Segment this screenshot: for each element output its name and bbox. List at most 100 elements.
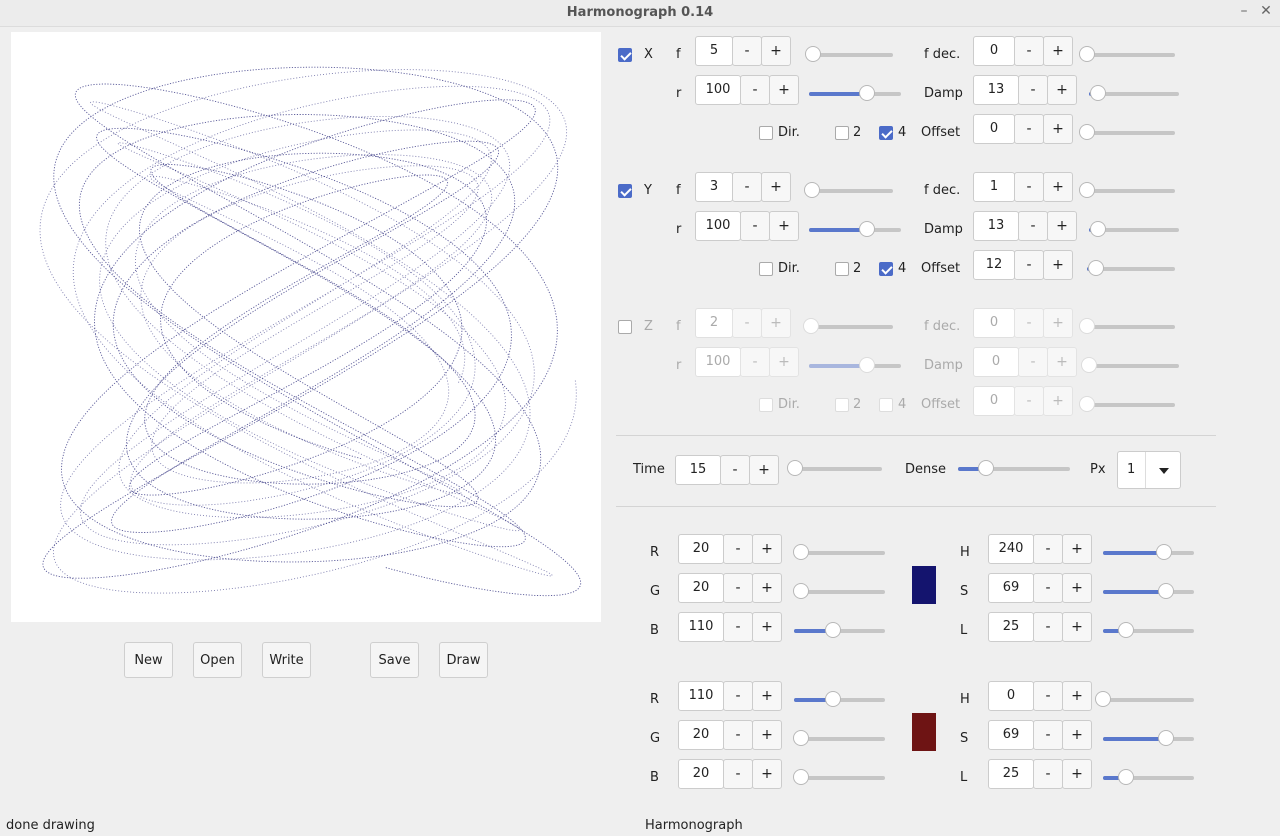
axis-z-four-checkbox[interactable] — [879, 398, 893, 412]
color2-h-decrement-button[interactable]: - — [1033, 681, 1063, 711]
axis-y-fdec-increment-button[interactable]: + — [1043, 172, 1073, 202]
axis-x-damp-slider-handle[interactable] — [1090, 85, 1106, 101]
time-input[interactable]: 15 — [675, 455, 721, 485]
color1-l-slider-handle[interactable] — [1118, 622, 1134, 638]
px-select[interactable]: 1 — [1117, 451, 1181, 489]
color2-b-increment-button[interactable]: + — [752, 759, 782, 789]
axis-z-f-slider-handle[interactable] — [803, 318, 819, 334]
color2-b-input[interactable]: 20 — [678, 759, 724, 789]
axis-y-r-slider-handle[interactable] — [859, 221, 875, 237]
axis-z-f-decrement-button[interactable]: - — [732, 308, 762, 338]
new-button[interactable]: New — [124, 642, 173, 678]
axis-x-damp-slider[interactable] — [1089, 85, 1179, 101]
axis-y-direction-checkbox[interactable] — [759, 262, 773, 276]
color1-s-increment-button[interactable]: + — [1062, 573, 1092, 603]
color1-s-slider-handle[interactable] — [1158, 583, 1174, 599]
axis-x-damp-increment-button[interactable]: + — [1047, 75, 1077, 105]
axis-x-offset-slider-handle[interactable] — [1079, 124, 1095, 140]
axis-y-offset-slider-handle[interactable] — [1088, 260, 1104, 276]
axis-y-damp-decrement-button[interactable]: - — [1018, 211, 1048, 241]
axis-y-f-decrement-button[interactable]: - — [732, 172, 762, 202]
axis-y-r-input[interactable]: 100 — [695, 211, 741, 241]
color2-b-decrement-button[interactable]: - — [723, 759, 753, 789]
axis-x-r-input[interactable]: 100 — [695, 75, 741, 105]
axis-x-four-checkbox[interactable] — [879, 126, 893, 140]
axis-y-fdec-slider[interactable] — [1079, 182, 1175, 198]
axis-y-damp-input[interactable]: 13 — [973, 211, 1019, 241]
axis-y-fdec-input[interactable]: 1 — [973, 172, 1015, 202]
axis-y-damp-increment-button[interactable]: + — [1047, 211, 1077, 241]
axis-z-f-increment-button[interactable]: + — [761, 308, 791, 338]
color2-s-increment-button[interactable]: + — [1062, 720, 1092, 750]
time-slider-handle[interactable] — [787, 460, 803, 476]
color2-h-slider-handle[interactable] — [1095, 691, 1111, 707]
color2-r-decrement-button[interactable]: - — [723, 681, 753, 711]
axis-y-two-checkbox[interactable] — [835, 262, 849, 276]
color1-l-input[interactable]: 25 — [988, 612, 1034, 642]
color1-h-slider-handle[interactable] — [1156, 544, 1172, 560]
axis-x-fdec-input[interactable]: 0 — [973, 36, 1015, 66]
color1-s-slider[interactable] — [1103, 583, 1194, 599]
axis-y-damp-slider[interactable] — [1089, 221, 1179, 237]
axis-z-enable-checkbox[interactable] — [618, 320, 632, 334]
color2-g-decrement-button[interactable]: - — [723, 720, 753, 750]
axis-x-fdec-decrement-button[interactable]: - — [1014, 36, 1044, 66]
axis-y-f-increment-button[interactable]: + — [761, 172, 791, 202]
axis-x-offset-increment-button[interactable]: + — [1043, 114, 1073, 144]
color1-r-slider-handle[interactable] — [793, 544, 809, 560]
color1-l-increment-button[interactable]: + — [1062, 612, 1092, 642]
axis-x-fdec-increment-button[interactable]: + — [1043, 36, 1073, 66]
axis-x-f-decrement-button[interactable]: - — [732, 36, 762, 66]
color1-b-increment-button[interactable]: + — [752, 612, 782, 642]
color2-g-slider-handle[interactable] — [793, 730, 809, 746]
color1-swatch[interactable] — [912, 566, 936, 604]
axis-z-offset-increment-button[interactable]: + — [1043, 386, 1073, 416]
axis-z-f-slider[interactable] — [803, 318, 893, 334]
axis-z-offset-slider[interactable] — [1079, 396, 1175, 412]
axis-z-direction-checkbox[interactable] — [759, 398, 773, 412]
time-increment-button[interactable]: + — [749, 455, 779, 485]
axis-x-f-increment-button[interactable]: + — [761, 36, 791, 66]
axis-x-direction-checkbox[interactable] — [759, 126, 773, 140]
color1-h-increment-button[interactable]: + — [1062, 534, 1092, 564]
color1-g-increment-button[interactable]: + — [752, 573, 782, 603]
color2-b-slider-handle[interactable] — [793, 769, 809, 785]
axis-z-fdec-increment-button[interactable]: + — [1043, 308, 1073, 338]
axis-y-damp-slider-handle[interactable] — [1090, 221, 1106, 237]
color1-b-slider[interactable] — [794, 622, 885, 638]
axis-z-fdec-input[interactable]: 0 — [973, 308, 1015, 338]
color1-h-decrement-button[interactable]: - — [1033, 534, 1063, 564]
color2-b-slider[interactable] — [793, 769, 885, 785]
color1-b-decrement-button[interactable]: - — [723, 612, 753, 642]
axis-y-offset-slider[interactable] — [1087, 260, 1175, 276]
color2-l-increment-button[interactable]: + — [1062, 759, 1092, 789]
axis-z-fdec-slider-handle[interactable] — [1079, 318, 1095, 334]
time-slider[interactable] — [787, 460, 882, 476]
axis-x-damp-decrement-button[interactable]: - — [1018, 75, 1048, 105]
color1-l-decrement-button[interactable]: - — [1033, 612, 1063, 642]
color1-s-decrement-button[interactable]: - — [1033, 573, 1063, 603]
color1-r-decrement-button[interactable]: - — [723, 534, 753, 564]
color1-g-input[interactable]: 20 — [678, 573, 724, 603]
axis-z-damp-slider[interactable] — [1081, 357, 1179, 373]
minimize-icon[interactable]: – — [1236, 3, 1252, 19]
dropdown-arrow-icon[interactable] — [1159, 468, 1169, 474]
axis-z-damp-input[interactable]: 0 — [973, 347, 1019, 377]
axis-x-offset-slider[interactable] — [1079, 124, 1175, 140]
axis-y-r-decrement-button[interactable]: - — [740, 211, 770, 241]
color2-l-decrement-button[interactable]: - — [1033, 759, 1063, 789]
color2-h-slider[interactable] — [1095, 691, 1194, 707]
time-decrement-button[interactable]: - — [720, 455, 750, 485]
axis-x-r-slider-handle[interactable] — [859, 85, 875, 101]
color2-l-slider-handle[interactable] — [1118, 769, 1134, 785]
axis-x-offset-decrement-button[interactable]: - — [1014, 114, 1044, 144]
color2-g-slider[interactable] — [793, 730, 885, 746]
color2-g-increment-button[interactable]: + — [752, 720, 782, 750]
axis-z-two-checkbox[interactable] — [835, 398, 849, 412]
axis-y-four-checkbox[interactable] — [879, 262, 893, 276]
axis-z-offset-decrement-button[interactable]: - — [1014, 386, 1044, 416]
color2-r-increment-button[interactable]: + — [752, 681, 782, 711]
color2-r-slider-handle[interactable] — [825, 691, 841, 707]
axis-y-r-increment-button[interactable]: + — [769, 211, 799, 241]
color2-g-input[interactable]: 20 — [678, 720, 724, 750]
